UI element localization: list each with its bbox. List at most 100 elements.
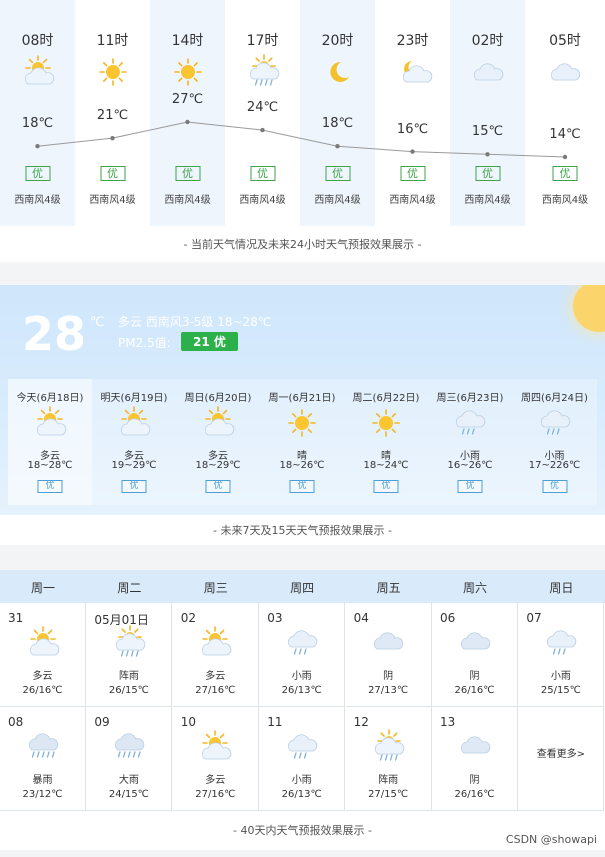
hourly-item[interactable]: 20时 18℃ 优西南风4级 xyxy=(300,0,375,226)
calendar-date: 05月01日 xyxy=(94,613,149,627)
calendar-range: 27/16℃ xyxy=(195,685,236,696)
light-rain-icon xyxy=(287,733,317,761)
weather-demo-page: 08时 18℃ 优西南风4级 11时 21℃ 优西南风4级 14时 27℃ 优西南风4级 17时… xyxy=(0,0,605,857)
calendar-condition: 多云 xyxy=(32,671,53,682)
sun-decoration-icon xyxy=(573,285,605,332)
calendar-range: 26/16℃ xyxy=(454,685,495,696)
hourly-item[interactable]: 23时 16℃ 优西南风4级 xyxy=(375,0,450,226)
aqi-badge: 优 xyxy=(175,166,200,181)
week-day-name: 周日(6月20日) xyxy=(184,393,252,404)
week-day-item[interactable]: 周二(6月22日) 晴 18~24℃ 优 xyxy=(344,379,428,505)
calendar-range: 27/13℃ xyxy=(368,685,409,696)
calendar-date: 03 xyxy=(267,611,283,625)
calendar-day-cell[interactable]: 04 阴 27/13℃ xyxy=(345,603,432,707)
calendar-range: 25/15℃ xyxy=(540,685,581,696)
weekday-5: 周六 xyxy=(462,581,487,595)
hourly-item[interactable]: 08时 18℃ 优西南风4级 xyxy=(0,0,75,226)
hourly-item[interactable]: 11时 21℃ 优西南风4级 xyxy=(75,0,150,226)
hourly-time: 05时 xyxy=(549,33,581,49)
week-day-range: 16~26℃ xyxy=(447,460,493,471)
light-rain-icon xyxy=(287,629,317,657)
calendar-day-cell[interactable]: 03 小雨 26/13℃ xyxy=(259,603,346,707)
heavy-rain-icon xyxy=(28,733,58,761)
aqi-badge: 优 xyxy=(541,480,568,493)
calendar-range: 27/15℃ xyxy=(368,789,409,800)
hourly-temp: 15℃ xyxy=(471,124,504,140)
overcast-icon xyxy=(373,629,404,657)
aqi-badge: 优 xyxy=(400,166,425,181)
calendar-condition: 小雨 xyxy=(291,671,312,682)
week-day-item[interactable]: 明天(6月19日) 多云 19~29℃ 优 xyxy=(92,379,176,505)
calendar-day-cell[interactable]: 11 小雨 26/13℃ xyxy=(259,707,346,811)
week-day-name: 周一(6月21日) xyxy=(268,393,336,404)
calendar-condition: 小雨 xyxy=(291,775,312,786)
calendar-day-cell[interactable]: 12 阵雨 27/15℃ xyxy=(345,707,432,811)
pm25-badge: 21 优 xyxy=(181,332,238,351)
calendar-day-cell[interactable]: 09 大雨 24/15℃ xyxy=(86,707,173,811)
hourly-wind: 西南风4级 xyxy=(541,195,589,206)
week-day-range: 18~28℃ xyxy=(27,460,73,471)
hourly-item[interactable]: 17时 24℃ 优西南风4级 xyxy=(225,0,300,226)
aqi-badge: 优 xyxy=(373,480,399,493)
calendar-range: 23/12℃ xyxy=(22,789,63,800)
light-rain-icon xyxy=(540,409,570,437)
hourly-item[interactable]: 02时 15℃ 优西南风4级 xyxy=(450,0,525,226)
calendar-condition: 阵雨 xyxy=(118,671,139,682)
aqi-badge: 优 xyxy=(121,480,147,493)
calendar-date: 12 xyxy=(353,715,369,729)
calendar-day-cell[interactable]: 13 阴 26/16℃ xyxy=(432,707,518,811)
week-day-range: 18~26℃ xyxy=(279,460,325,471)
calendar-day-cell[interactable]: 08 暴雨 23/12℃ xyxy=(0,707,86,811)
week-day-item[interactable]: 今天(6月18日) 多云 18~28℃ 优 xyxy=(8,379,92,505)
week-day-range: 19~29℃ xyxy=(111,460,157,471)
week-day-item[interactable]: 周日(6月20日) 多云 18~29℃ 优 xyxy=(176,379,260,505)
calendar-range: 26/15℃ xyxy=(108,685,149,696)
pm25-label: PM2.5值: xyxy=(118,336,171,350)
week-caption: - 未来7天及15天天气预报效果展示 - xyxy=(213,524,392,537)
hourly-wind: 西南风4级 xyxy=(464,195,511,206)
sun-shower-icon xyxy=(248,54,279,86)
aqi-badge: 优 xyxy=(100,166,125,181)
week-day-item[interactable]: 周一(6月21日) 晴 18~26℃ 优 xyxy=(260,379,344,505)
weekday-1: 周二 xyxy=(117,581,142,595)
more-cell[interactable]: 查看更多> xyxy=(518,707,605,811)
calendar-day-cell[interactable]: 05月01日 阵雨 26/15℃ xyxy=(86,603,173,707)
calendar-date: 11 xyxy=(267,715,283,729)
current-temp-unit: ℃ xyxy=(90,315,105,330)
calendar-day-cell[interactable]: 07 小雨 25/15℃ xyxy=(518,603,605,707)
cloudy-icon xyxy=(473,58,503,86)
week-day-item[interactable]: 周三(6月23日) 小雨 16~26℃ 优 xyxy=(428,379,512,505)
calendar-day-cell[interactable]: 02 多云 27/16℃ xyxy=(172,603,259,707)
week-day-name: 今天(6月18日) xyxy=(16,393,84,404)
week-day-range: 18~24℃ xyxy=(363,460,409,471)
calendar-day-cell[interactable]: 06 阴 26/16℃ xyxy=(432,603,518,707)
moon-cloudy-icon xyxy=(398,58,432,86)
weekday-header: 周一 周二 周三 周四 周五 周六 周日 xyxy=(0,570,605,603)
current-temp: 28 xyxy=(22,307,87,361)
calendar-range: 26/13℃ xyxy=(281,685,322,696)
aqi-badge: 优 xyxy=(325,166,350,181)
view-more-link[interactable]: 查看更多> xyxy=(518,745,603,760)
sunny-icon xyxy=(98,58,128,86)
hourly-time: 20时 xyxy=(321,33,354,49)
month-forecast-panel: 周一 周二 周三 周四 周五 周六 周日 31 多云 26/16℃ 05月01日 阵雨 26/15… xyxy=(0,570,605,850)
week-forecast-sky: 28 ℃ 多云 西南风3-5级 18~28℃ PM2.5值: 21 优 今天(6… xyxy=(0,285,605,515)
calendar-day-cell[interactable]: 31 多云 26/16℃ xyxy=(0,603,86,707)
week-day-item[interactable]: 周四(6月24日) 小雨 17~226℃ 优 xyxy=(512,379,597,505)
weekday-6: 周日 xyxy=(549,581,574,595)
hourly-item[interactable]: 14时 27℃ 优西南风4级 xyxy=(150,0,225,226)
hourly-wind: 西南风4级 xyxy=(14,195,61,206)
calendar-date: 06 xyxy=(440,611,456,625)
calendar-day-cell[interactable]: 10 多云 27/16℃ xyxy=(172,707,259,811)
weekday-4: 周五 xyxy=(376,581,401,595)
light-rain-icon xyxy=(455,409,486,437)
hourly-time: 02时 xyxy=(471,33,504,49)
sunny-icon xyxy=(371,409,401,437)
calendar-range: 27/16℃ xyxy=(195,789,236,800)
hourly-item[interactable]: 05时 14℃ 优西南风4级 xyxy=(525,0,605,226)
light-rain-icon xyxy=(546,629,577,657)
overcast-icon xyxy=(460,629,490,657)
calendar-condition: 阴 xyxy=(469,775,480,786)
week-day-row: 今天(6月18日) 多云 18~28℃ 优明天(6月19日) 多云 19~29℃ 优周日… xyxy=(8,379,597,505)
hourly-time: 23时 xyxy=(396,33,429,49)
